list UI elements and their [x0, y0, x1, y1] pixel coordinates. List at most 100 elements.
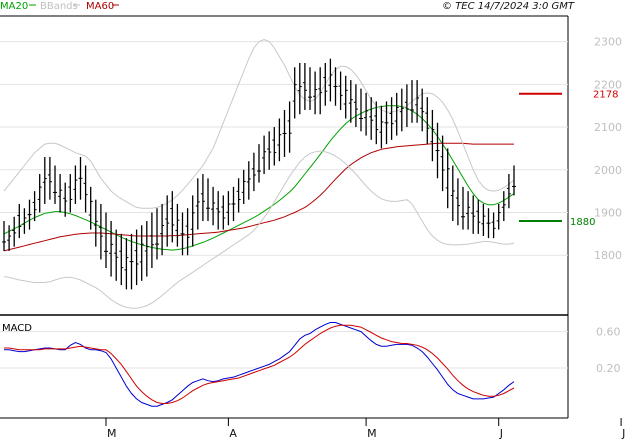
- price-bar: [104, 212, 108, 269]
- legend-ma60: MA60: [86, 1, 114, 12]
- x-tick-label: J: [499, 427, 503, 440]
- price-bar: [58, 174, 63, 213]
- price-bar: [251, 152, 256, 192]
- price-bar: [410, 80, 414, 123]
- price-bar: [404, 84, 409, 128]
- macd-tick-label: 0.20: [596, 362, 621, 375]
- x-tick-label: M: [367, 427, 377, 440]
- macd-y-axis: 0.60 0.20: [596, 326, 621, 375]
- price-bar: [160, 203, 165, 256]
- price-bar: [496, 203, 501, 230]
- price-bar: [455, 178, 460, 226]
- price-bar: [328, 58, 333, 102]
- level-label-1880: 1880: [570, 217, 595, 228]
- price-tick-label: 1800: [594, 249, 622, 262]
- price-bar: [12, 216, 17, 247]
- price-bar: [119, 233, 124, 286]
- price-bar: [262, 135, 267, 175]
- price-bar: [343, 75, 348, 119]
- price-bar: [109, 221, 114, 277]
- price-bar: [476, 199, 481, 234]
- price-bar: [348, 80, 353, 123]
- chart-header: MA20 BBands MA60 © TEC 14/7/2024 3:0 GMT: [0, 1, 575, 12]
- price-bar: [27, 199, 32, 230]
- price-bar: [246, 161, 251, 200]
- price-bar: [63, 182, 68, 217]
- price-bar: [384, 101, 389, 145]
- price-bar: [231, 186, 236, 222]
- macd-series-macd: [4, 322, 515, 407]
- price-bar: [481, 203, 486, 236]
- price-bar: [292, 67, 297, 119]
- price-bar: [445, 148, 450, 209]
- price-bar: [461, 186, 465, 230]
- x-tick-label: A: [229, 427, 237, 440]
- price-bar: [42, 156, 47, 204]
- price-bar: [211, 186, 216, 226]
- price-bar: [389, 97, 394, 140]
- price-bar: [2, 221, 6, 251]
- price-bar: [302, 62, 307, 110]
- price-tick-label: 2000: [594, 164, 622, 177]
- price-bar: [313, 71, 318, 115]
- price-bar: [83, 165, 88, 213]
- price-bar: [200, 174, 205, 222]
- price-bar: [190, 195, 195, 247]
- price-bar: [78, 156, 83, 200]
- macd-series-signal: [4, 324, 515, 404]
- price-bar: [149, 212, 154, 269]
- price-bar: [425, 97, 430, 145]
- price-bar: [297, 62, 302, 115]
- price-bar: [506, 174, 511, 209]
- stock-chart: MA20 BBands MA60 © TEC 14/7/2024 3:0 GMT…: [0, 1, 625, 440]
- price-bar: [47, 156, 52, 200]
- price-bar: [17, 203, 22, 239]
- x-axis: MAMJJ: [105, 418, 625, 440]
- price-bar: [308, 67, 312, 110]
- price-tick-label: 1900: [594, 206, 622, 219]
- macd-grid: [0, 331, 568, 369]
- price-bar: [236, 178, 241, 213]
- price-bar: [134, 229, 139, 286]
- price-bar: [37, 174, 42, 213]
- price-bar: [440, 135, 445, 192]
- price-bar: [267, 131, 272, 170]
- price-bar: [216, 191, 221, 230]
- price-bar: [466, 191, 471, 230]
- price-bar: [282, 109, 287, 157]
- price-bar: [369, 97, 374, 140]
- price-bar: [364, 92, 369, 136]
- price-bar: [195, 178, 200, 230]
- price-bar: [353, 84, 358, 128]
- price-bar: [277, 118, 282, 162]
- level-label-2178: 2178: [593, 90, 618, 101]
- price-bar: [272, 127, 277, 166]
- price-bar: [53, 165, 57, 204]
- legend-ma20: MA20: [0, 1, 28, 12]
- price-bar: [7, 225, 12, 251]
- x-tick-label: J: [621, 427, 625, 440]
- price-bar: [155, 208, 159, 260]
- price-bar: [338, 71, 343, 110]
- price-tick-label: 2100: [594, 121, 622, 134]
- price-bar: [226, 191, 231, 226]
- price-bar: [491, 212, 496, 239]
- price-bar: [139, 225, 144, 281]
- price-bar: [257, 144, 261, 183]
- price-tick-label: 2300: [594, 36, 622, 49]
- price-bar: [394, 92, 399, 136]
- macd-tick-label: 0.60: [596, 326, 621, 339]
- price-bar: [165, 195, 170, 247]
- macd-series: [4, 322, 515, 407]
- price-bar: [68, 174, 73, 213]
- price-bar: [415, 80, 420, 123]
- price-bar: [73, 165, 78, 204]
- price-bar: [241, 169, 246, 204]
- price-bar: [430, 109, 435, 162]
- price-bar: [144, 221, 149, 277]
- copyright-text: © TEC 14/7/2024 3:0 GMT: [442, 1, 575, 12]
- price-y-axis: 230022002100200019001800: [594, 36, 622, 263]
- price-bar: [471, 195, 476, 234]
- x-tick-label: M: [107, 427, 117, 440]
- price-bar: [175, 203, 180, 247]
